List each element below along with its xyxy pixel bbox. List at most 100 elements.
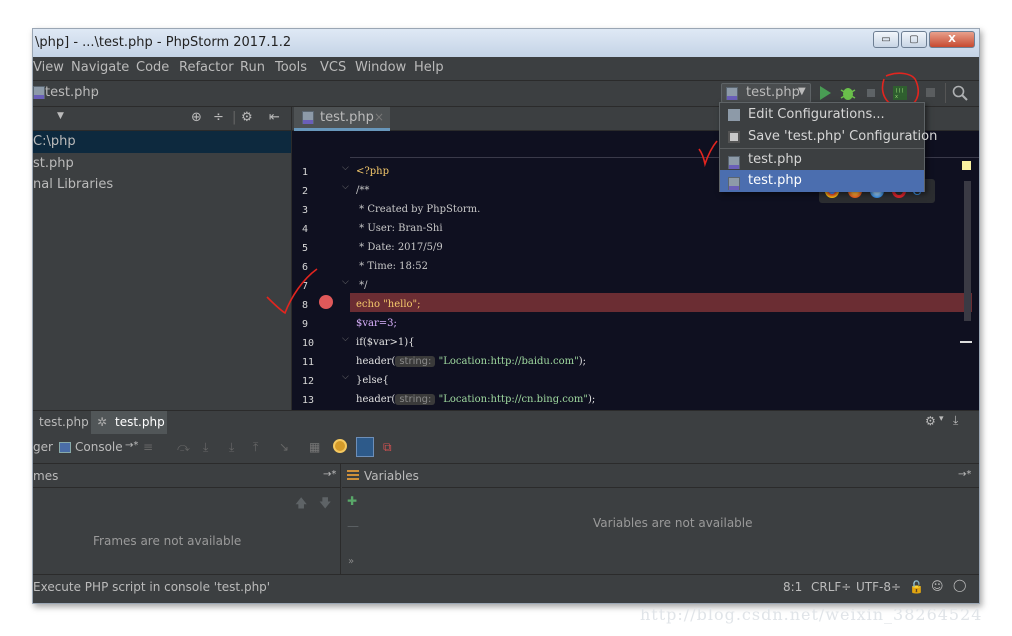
run-config-item[interactable]: test.php	[720, 149, 924, 171]
hide-icon[interactable]: ⇤	[269, 110, 280, 125]
line-number: 5	[302, 243, 309, 254]
debug-icon[interactable]	[839, 84, 857, 102]
file-encoding[interactable]: UTF-8÷	[856, 580, 901, 594]
status-message: Execute PHP script in console 'test.php'	[33, 580, 271, 594]
crosshair-icon[interactable]: ⊕	[191, 110, 202, 125]
toolbar-divider	[945, 83, 946, 103]
collapse-all-icon[interactable]: ÷	[213, 110, 224, 125]
watermark-text: http://blog.csdn.net/weixin_38264524	[640, 605, 983, 624]
mute-breakpoints-icon[interactable]	[333, 439, 347, 453]
run-icon[interactable]	[818, 85, 832, 101]
debug-session-tab-active[interactable]: ✲ test.php	[91, 411, 167, 435]
arrow-up-icon[interactable]: 🡅	[295, 494, 307, 515]
save-icon	[728, 131, 740, 143]
close-button[interactable]: X	[929, 31, 975, 48]
run-to-cursor-icon[interactable]: ↘	[279, 440, 289, 454]
run-config-dropdown: Edit Configurations... Save 'test.php' C…	[719, 102, 937, 192]
force-step-into-icon[interactable]: ⤓	[229, 440, 234, 455]
annotation-checkmark	[698, 140, 718, 167]
scroll-marker	[960, 341, 972, 343]
menu-tools[interactable]: Tools	[275, 60, 307, 75]
pin-label[interactable]: →*	[323, 469, 336, 480]
php-file-icon	[726, 87, 738, 102]
line-number: 10	[302, 338, 315, 349]
editor-scrollbar[interactable]	[964, 181, 971, 321]
tree-item-file[interactable]: st.php	[33, 153, 291, 174]
stop-icon[interactable]	[925, 86, 937, 100]
tab-label: Console	[75, 440, 123, 454]
restore-layout-icon[interactable]: ⧉	[383, 440, 392, 455]
expand-icon[interactable]: »	[348, 556, 354, 567]
line-separator[interactable]: CRLF÷	[811, 580, 851, 594]
fold-icon[interactable]: ⌵	[342, 182, 349, 192]
hide-panel-icon[interactable]: ⤓	[953, 413, 958, 428]
variables-empty-text: Variables are not available	[593, 516, 753, 530]
panel-title: Variables	[364, 469, 419, 483]
event-log-icon[interactable]: ◯	[953, 578, 966, 592]
debug-session-tab[interactable]: test.php	[33, 411, 89, 435]
tab-test-php[interactable]: test.php ×	[294, 107, 390, 131]
fold-icon[interactable]: ⌵	[342, 163, 349, 173]
menu-item-label: test.php	[748, 152, 802, 167]
view-breakpoints-icon[interactable]	[356, 437, 374, 457]
gear-icon[interactable]: ⚙	[241, 110, 253, 125]
line-number: 9	[302, 319, 309, 330]
show-execution-point-icon[interactable]: ≡	[143, 440, 153, 454]
tree-item-external-libraries[interactable]: nal Libraries	[33, 174, 291, 195]
add-watch-icon[interactable]: ✚	[347, 494, 357, 508]
edit-configurations-item[interactable]: Edit Configurations...	[720, 104, 924, 126]
code-line: echo "hello";	[356, 299, 421, 310]
close-tab-icon[interactable]: ×	[374, 110, 384, 124]
pin-label[interactable]: →*	[958, 469, 971, 480]
gear-icon[interactable]: ⚙	[925, 414, 936, 428]
inspector-icon[interactable]: ☺	[931, 579, 944, 593]
breakpoint-line-highlight	[350, 293, 972, 312]
fold-icon[interactable]: ⌵	[342, 277, 349, 287]
caret-position[interactable]: 8:1	[783, 580, 802, 594]
menu-window[interactable]: Window	[355, 60, 406, 75]
window-title: \php] - ...\test.php - PhpStorm 2017.1.2	[35, 35, 292, 50]
menu-view[interactable]: View	[33, 60, 64, 75]
step-out-icon[interactable]: ⤒	[253, 440, 258, 455]
menu-refactor[interactable]: Refactor	[179, 60, 234, 75]
fold-icon[interactable]: ⌵	[342, 334, 349, 344]
step-over-icon[interactable]: ⤼	[177, 440, 190, 455]
code-line: header(string: "Location:http://cn.bing.…	[356, 394, 595, 405]
arrow-down-icon[interactable]: 🡇	[319, 494, 331, 515]
step-into-icon[interactable]: ⤓	[203, 440, 208, 455]
run-config-selector[interactable]: test.php ▼	[721, 83, 811, 103]
line-number: 1	[302, 167, 309, 178]
code-string: "Location:http://baidu.com"	[438, 356, 579, 367]
code-line: if($var>1){	[356, 337, 415, 348]
inspection-status-icon[interactable]	[962, 161, 971, 170]
variables-icon	[347, 470, 359, 481]
run-config-item-selected[interactable]: test.php	[720, 170, 924, 192]
chevron-down-icon[interactable]: ▼	[57, 111, 64, 121]
menu-help[interactable]: Help	[414, 60, 444, 75]
code-line: $var=3;	[356, 318, 397, 329]
code-token: );	[588, 394, 596, 405]
toolbar-divider: |	[232, 110, 237, 125]
parameter-hint: string:	[395, 394, 436, 405]
menu-run[interactable]: Run	[240, 60, 265, 75]
minimize-button[interactable]: ▭	[873, 31, 899, 48]
save-configuration-item[interactable]: Save 'test.php' Configuration	[720, 126, 937, 148]
menu-code[interactable]: Code	[136, 60, 169, 75]
evaluate-expression-icon[interactable]: ▦	[309, 440, 320, 454]
maximize-button[interactable]: ▢	[901, 31, 927, 48]
menu-vcs[interactable]: VCS	[320, 60, 346, 75]
debug-toolbar: ger Console →* ≡ ⤼ ⤓ ⤓ ⤒ ↘ ▦ ⧉	[33, 434, 979, 464]
menu-navigate[interactable]: Navigate	[71, 60, 129, 75]
variables-panel: Variables →* ✚ — » Variables are not ava…	[342, 464, 979, 574]
search-icon[interactable]	[952, 85, 968, 101]
code-line: * Created by PhpStorm.	[356, 204, 481, 215]
line-number: 12	[302, 376, 315, 387]
tree-item-label: C:\php	[33, 134, 76, 149]
console-tab[interactable]: Console →*	[55, 436, 141, 460]
fold-icon[interactable]: ⌵	[342, 372, 349, 382]
remove-watch-icon[interactable]: —	[347, 519, 359, 533]
chevron-down-icon[interactable]: ▾	[939, 414, 944, 424]
lock-icon[interactable]: 🔓	[909, 580, 924, 594]
debugger-tab[interactable]: ger	[33, 440, 53, 454]
tree-item-root[interactable]: C:\php	[33, 131, 291, 153]
